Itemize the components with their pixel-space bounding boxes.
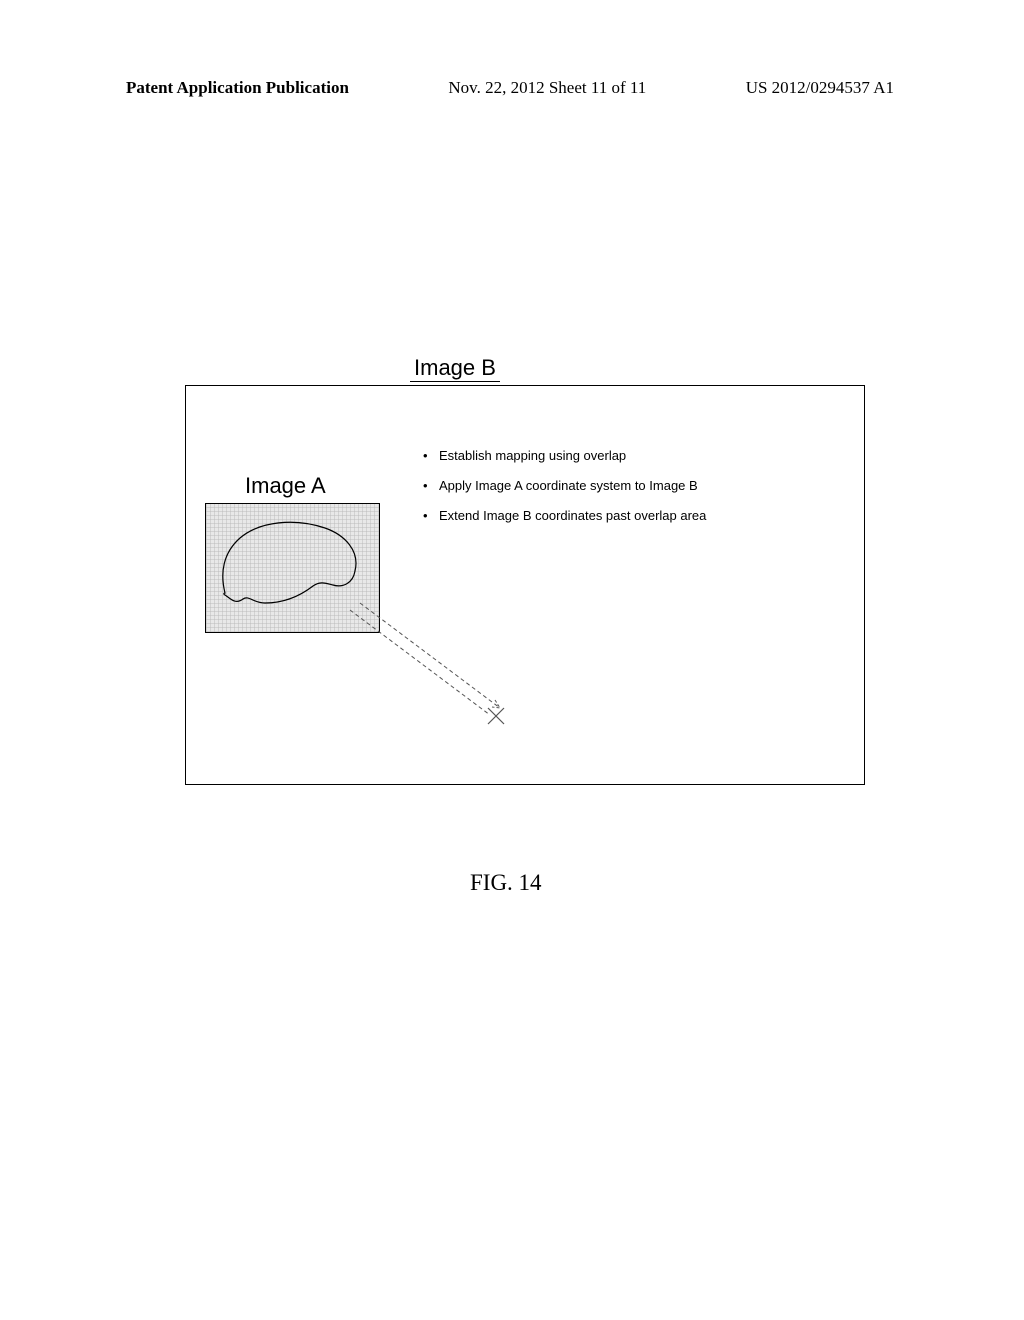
image-b-label: Image B bbox=[410, 355, 500, 382]
image-a-box bbox=[205, 503, 380, 633]
figure-diagram: Image B Image A Establish mapping using … bbox=[185, 385, 865, 825]
figure-caption: FIG. 14 bbox=[470, 870, 542, 896]
image-a-label: Image A bbox=[245, 473, 326, 499]
document-header: Patent Application Publication Nov. 22, … bbox=[0, 78, 1024, 98]
header-publication-type: Patent Application Publication bbox=[126, 78, 349, 98]
header-pub-number: US 2012/0294537 A1 bbox=[746, 78, 894, 98]
figure-bullet-list: Establish mapping using overlap Apply Im… bbox=[423, 447, 843, 538]
header-date-sheet: Nov. 22, 2012 Sheet 11 of 11 bbox=[448, 78, 646, 98]
bullet-item: Establish mapping using overlap bbox=[423, 447, 843, 465]
bullet-item: Apply Image A coordinate system to Image… bbox=[423, 477, 843, 495]
bullet-item: Extend Image B coordinates past overlap … bbox=[423, 507, 843, 525]
